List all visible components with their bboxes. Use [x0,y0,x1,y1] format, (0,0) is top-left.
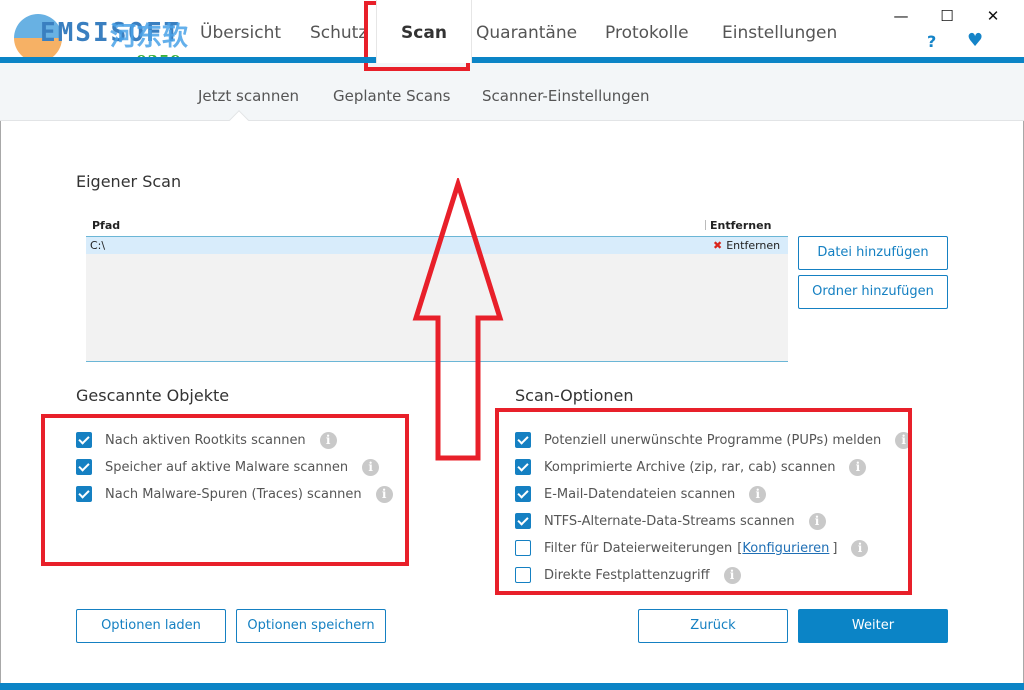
next-button[interactable]: Weiter [798,609,948,643]
column-header-remove[interactable]: Entfernen [710,219,771,232]
save-options-button[interactable]: Optionen speichern [236,609,386,643]
custom-scan-title: Eigener Scan [76,172,182,191]
tab-uebersicht[interactable]: Übersicht [190,0,300,60]
scanned-objects-title: Gescannte Objekte [76,386,230,405]
column-separator [705,220,706,230]
tab-einstellungen[interactable]: Einstellungen [718,0,858,60]
tab-protokolle[interactable]: Protokolle [602,0,718,60]
window-controls: — ☐ ✕ [878,4,1016,28]
header: EMSISOFT 河东软件园 www.pc0359.cn Übersicht S… [0,0,1024,89]
back-button[interactable]: Zurück [638,609,788,643]
remove-label: Entfernen [726,239,781,252]
footer-accent-bar [0,683,1024,690]
load-options-button[interactable]: Optionen laden [76,609,226,643]
main-nav: Übersicht Schutz Scan Quarantäne Protoko… [190,0,858,63]
row-path: C:\ [90,239,106,252]
close-button[interactable]: ✕ [970,4,1016,28]
annotation-box-scan-options [495,408,912,595]
sub-nav: Jetzt scannen Geplante Scans Scanner-Ein… [0,63,1024,121]
subtab-geplante-scans[interactable]: Geplante Scans [333,87,450,105]
remove-x-icon: ✖ [713,239,723,252]
maximize-button[interactable]: ☐ [924,4,970,28]
heart-icon[interactable]: ♥ [967,30,983,51]
annotation-up-arrow-icon [412,178,504,461]
scan-options-title: Scan-Optionen [515,386,634,405]
add-file-button[interactable]: Datei hinzufügen [798,236,948,270]
tab-scan[interactable]: Scan [376,0,472,63]
column-header-path[interactable]: Pfad [92,219,120,232]
add-folder-button[interactable]: Ordner hinzufügen [798,275,948,309]
header-accent-bar [0,57,1024,63]
help-icon[interactable]: ? [927,32,936,51]
remove-link[interactable]: ✖ Entfernen [713,239,780,252]
minimize-button[interactable]: — [878,4,924,28]
subtab-scanner-einstellungen[interactable]: Scanner-Einstellungen [482,87,650,105]
subtab-jetzt-scannen[interactable]: Jetzt scannen [198,87,299,105]
tab-quarantaene[interactable]: Quarantäne [472,0,602,60]
annotation-box-scanned-objects [41,414,409,566]
